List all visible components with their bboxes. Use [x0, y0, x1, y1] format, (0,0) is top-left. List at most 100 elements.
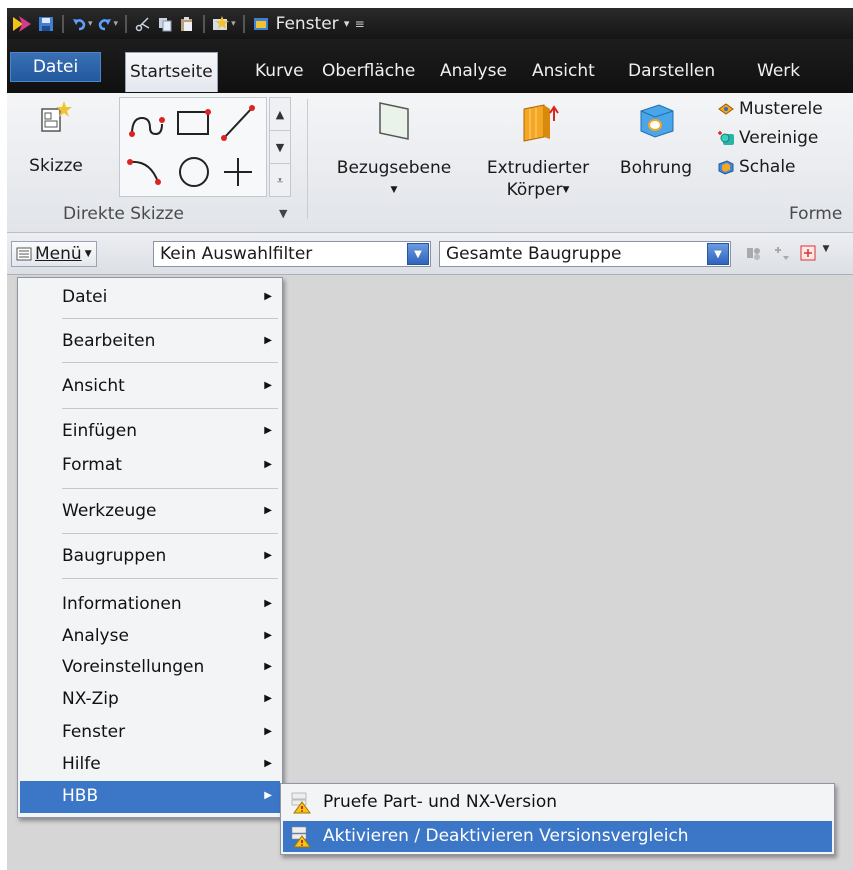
menu-item-analyse[interactable]: Analyse ▶ [20, 621, 280, 653]
sketch-button[interactable]: Skizze [13, 99, 99, 177]
menu-item-voreinstellungen[interactable]: Voreinstellungen ▶ [20, 652, 280, 684]
window-icon[interactable] [252, 13, 270, 35]
tab-werkzeuge[interactable]: Werk [753, 52, 804, 92]
extrude-label-line2: Körper [506, 180, 563, 200]
extrude-label-line1: Extrudierter [486, 158, 590, 178]
direct-sketch-group-label: Direkte Skizze [63, 204, 184, 224]
menu-item-label: Baugruppen [62, 546, 167, 566]
selection-filter-dropdown-icon[interactable]: ▼ [407, 243, 429, 265]
submenu-arrow-icon: ▶ [264, 630, 272, 641]
menu-item-bearbeiten[interactable]: Bearbeiten ▶ [20, 326, 280, 358]
tab-darstellen[interactable]: Darstellen [624, 52, 719, 92]
customize-qat-icon[interactable]: ≡ [355, 13, 365, 35]
menu-item-label: NX-Zip [62, 689, 119, 709]
submenu-arrow-icon: ▶ [264, 505, 272, 516]
menu-item-hilfe[interactable]: Hilfe ▶ [20, 749, 280, 781]
submenu-arrow-icon: ▶ [264, 550, 272, 561]
datum-plane-label: Bezugsebene [336, 158, 452, 178]
shell-label: Schale [739, 157, 796, 177]
tab-startseite[interactable]: Startseite [125, 52, 218, 92]
extrude-dropdown-icon[interactable]: ▼ [563, 185, 570, 195]
cut-icon[interactable] [134, 13, 152, 35]
save-icon[interactable] [37, 13, 55, 35]
submenu-arrow-icon: ▶ [264, 598, 272, 609]
pattern-feature-label: Musterele [739, 99, 823, 119]
version-warning-icon [291, 826, 311, 848]
select-features-dropdown-icon[interactable]: ▼ [821, 244, 831, 262]
selection-scope-dropdown-icon[interactable]: ▼ [707, 243, 729, 265]
submenu-arrow-icon: ▶ [264, 726, 272, 737]
menu-item-label: Informationen [62, 594, 182, 614]
selection-toolbar: Menü ▼ Kein Auswahlfilter ▼ Gesamte Baug… [7, 233, 853, 275]
tab-ansicht[interactable]: Ansicht [528, 52, 599, 92]
datum-plane-button[interactable]: Bezugsebene ▼ [319, 99, 469, 201]
menu-item-nx-zip[interactable]: NX-Zip ▶ [20, 684, 280, 716]
menu-item-hbb[interactable]: HBB ▶ [20, 781, 280, 813]
paste-icon[interactable] [178, 13, 196, 35]
selection-filter-combo[interactable]: Kein Auswahlfilter ▼ [153, 241, 431, 267]
gallery-up-icon[interactable]: ▲ [270, 98, 290, 131]
tab-analyse[interactable]: Analyse [436, 52, 511, 92]
selection-filter-value: Kein Auswahlfilter [160, 244, 313, 264]
hole-button[interactable]: Bohrung [607, 99, 705, 179]
unite-label: Vereinige [739, 128, 819, 148]
gallery-more-icon[interactable]: ⩡ [270, 164, 290, 197]
menu-item-label: Ansicht [62, 376, 125, 396]
extrude-button[interactable]: Extrudierter Körper▼ [473, 99, 603, 201]
unite-button[interactable]: Vereinige [717, 126, 853, 150]
selection-scope-combo[interactable]: Gesamte Baugruppe ▼ [439, 241, 731, 267]
menu-item-fenster[interactable]: Fenster ▶ [20, 717, 280, 749]
submenu-arrow-icon: ▶ [264, 335, 272, 346]
undo-icon[interactable]: ▾ [71, 13, 93, 35]
group-options-icon[interactable]: ▼ [279, 207, 287, 220]
quick-access-toolbar: ▾ ▾ ▾ Fenster ▾ ≡ [7, 8, 853, 39]
shell-button[interactable]: Schale [717, 155, 853, 179]
menu-item-datei[interactable]: Datei ▶ [20, 282, 280, 314]
menu-item-einfuegen[interactable]: Einfügen ▶ [20, 416, 280, 448]
group-separator [307, 99, 308, 219]
menu-item-format[interactable]: Format ▶ [20, 450, 280, 482]
menu-item-label: Format [62, 455, 122, 475]
copy-icon[interactable] [156, 13, 174, 35]
hole-label: Bohrung [619, 158, 693, 178]
menu-item-informationen[interactable]: Informationen ▶ [20, 589, 280, 621]
toggle-version-compare-item[interactable]: Aktivieren / Deaktivieren Versionsvergle… [283, 821, 832, 852]
menu-icon [16, 247, 32, 261]
menu-separator [62, 533, 278, 534]
menu-item-werkzeuge[interactable]: Werkzeuge ▶ [20, 496, 280, 528]
menu-separator [62, 408, 278, 409]
ribbon-panel: Skizze ▲ ▼ ⩡ Direkte Skizze ▼ Bezugseben… [7, 93, 853, 233]
menu-item-baugruppen[interactable]: Baugruppen ▶ [20, 541, 280, 573]
command-finder-icon[interactable]: ▾ [212, 13, 236, 35]
ribbon-tabbar: Datei Startseite Kurve Oberfläche Analys… [7, 39, 853, 93]
shell-icon [718, 160, 734, 175]
datum-plane-dropdown-icon[interactable]: ▼ [319, 179, 469, 201]
separator [125, 14, 128, 33]
tab-kurve[interactable]: Kurve [251, 52, 308, 92]
menu-item-ansicht[interactable]: Ansicht ▶ [20, 371, 280, 403]
submenu-arrow-icon: ▶ [264, 291, 272, 302]
menu-item-label: Fenster [62, 722, 126, 742]
tab-datei[interactable]: Datei [10, 52, 101, 82]
pattern-icon [718, 103, 734, 115]
pattern-feature-button[interactable]: Musterele [717, 97, 853, 121]
sketch-tools-icons[interactable] [120, 98, 266, 196]
window-menu-arrow[interactable]: ▾ [343, 13, 351, 35]
menu-separator [62, 362, 278, 363]
select-features-icon[interactable] [799, 244, 817, 262]
unite-icon [718, 131, 734, 145]
redo-icon[interactable]: ▾ [97, 13, 118, 35]
gallery-down-icon[interactable]: ▼ [270, 131, 290, 164]
nx-logo-icon[interactable] [11, 13, 33, 35]
gallery-scroller[interactable]: ▲ ▼ ⩡ [269, 97, 291, 197]
version-warning-icon [291, 792, 311, 814]
window-menu-label[interactable]: Fenster [276, 14, 339, 34]
tab-oberflaeche[interactable]: Oberfläche [318, 52, 419, 92]
assembly-filter-icon[interactable] [745, 244, 763, 262]
extrude-label-line2-wrap: Körper▼ [473, 179, 603, 201]
check-part-version-item[interactable]: Pruefe Part- und NX-Version [283, 787, 832, 818]
extrude-icon [473, 99, 603, 145]
submenu-arrow-icon: ▶ [264, 459, 272, 470]
selection-snap-icon[interactable] [773, 244, 791, 262]
main-menu-button[interactable]: Menü ▼ [11, 241, 97, 267]
